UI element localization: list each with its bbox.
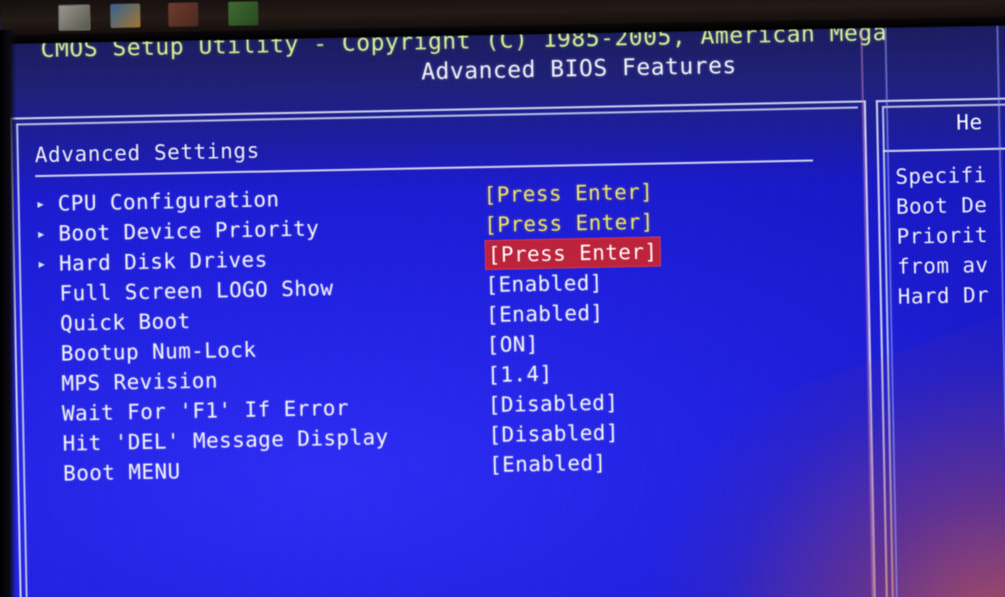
setting-label: Hard Disk Drives [58,247,268,276]
app-icon-glyph [228,1,259,26]
submenu-arrow-icon: ▸ [36,223,47,244]
help-text-line: Priorit [896,222,989,249]
help-panel-text: Specifi Boot De Priorit from av Hard Dr [895,158,1005,312]
desktop-icon-caption [105,36,149,37]
setting-value[interactable]: [Disabled] [488,387,619,420]
help-text-line: from av [896,252,989,279]
setting-value[interactable]: [Disabled] [488,417,619,450]
setting-label: Quick Boot [59,308,191,336]
submenu-arrow-icon: ▸ [36,253,47,274]
submenu-arrow-icon: ▸ [35,193,46,214]
setting-value[interactable]: [Press Enter] [483,177,653,210]
setting-label: Boot MENU [62,459,181,486]
setting-value[interactable]: [ON] [486,329,539,360]
setting-value[interactable]: [Enabled] [486,298,604,330]
setting-value[interactable]: [Enabled] [485,268,603,300]
setting-value[interactable]: [Enabled] [489,448,607,480]
desktop-icon-caption: Low Power [173,30,196,36]
settings-list: ▸ CPU Configuration [Press Enter] ▸ Boot Dev… [35,173,831,489]
image-icon[interactable] [110,3,141,28]
image-icon-glyph [110,3,141,28]
setting-value[interactable]: [Press Enter] [484,207,654,240]
bios-setup-utility: CMOS Setup Utility - Copyright (C) 1985-… [0,0,1005,597]
folder-icon-glyph [168,2,199,27]
app-icon[interactable]: Internet [228,1,259,35]
monitor-screen: CMOS Setup Utility - Copyright (C) 1985-… [0,0,1005,597]
document-icon[interactable] [58,4,91,31]
photograph-of-bios-screen: Low Power Internet CMOS Setup Utility - … [0,0,1005,597]
help-text-line: Hard Dr [897,282,990,309]
desktop-icon-caption [53,37,97,38]
help-text-line: Boot De [895,192,988,219]
settings-panel-heading: Advanced Settings [34,138,261,168]
help-panel-title: He [956,110,983,135]
desktop-icon-caption: Internet [236,29,253,35]
setting-value[interactable]: [1.4] [487,359,553,390]
setting-label: MPS Revision [61,368,219,396]
document-icon-glyph [58,4,91,31]
page-title: Advanced BIOS Features [420,52,738,86]
setting-label: CPU Configuration [57,187,280,216]
setting-label: Bootup Num-Lock [60,337,257,366]
setting-value-selected[interactable]: [Press Enter] [484,236,661,271]
folder-icon[interactable]: Low Power [168,2,199,36]
help-text-line: Specifi [895,162,987,189]
